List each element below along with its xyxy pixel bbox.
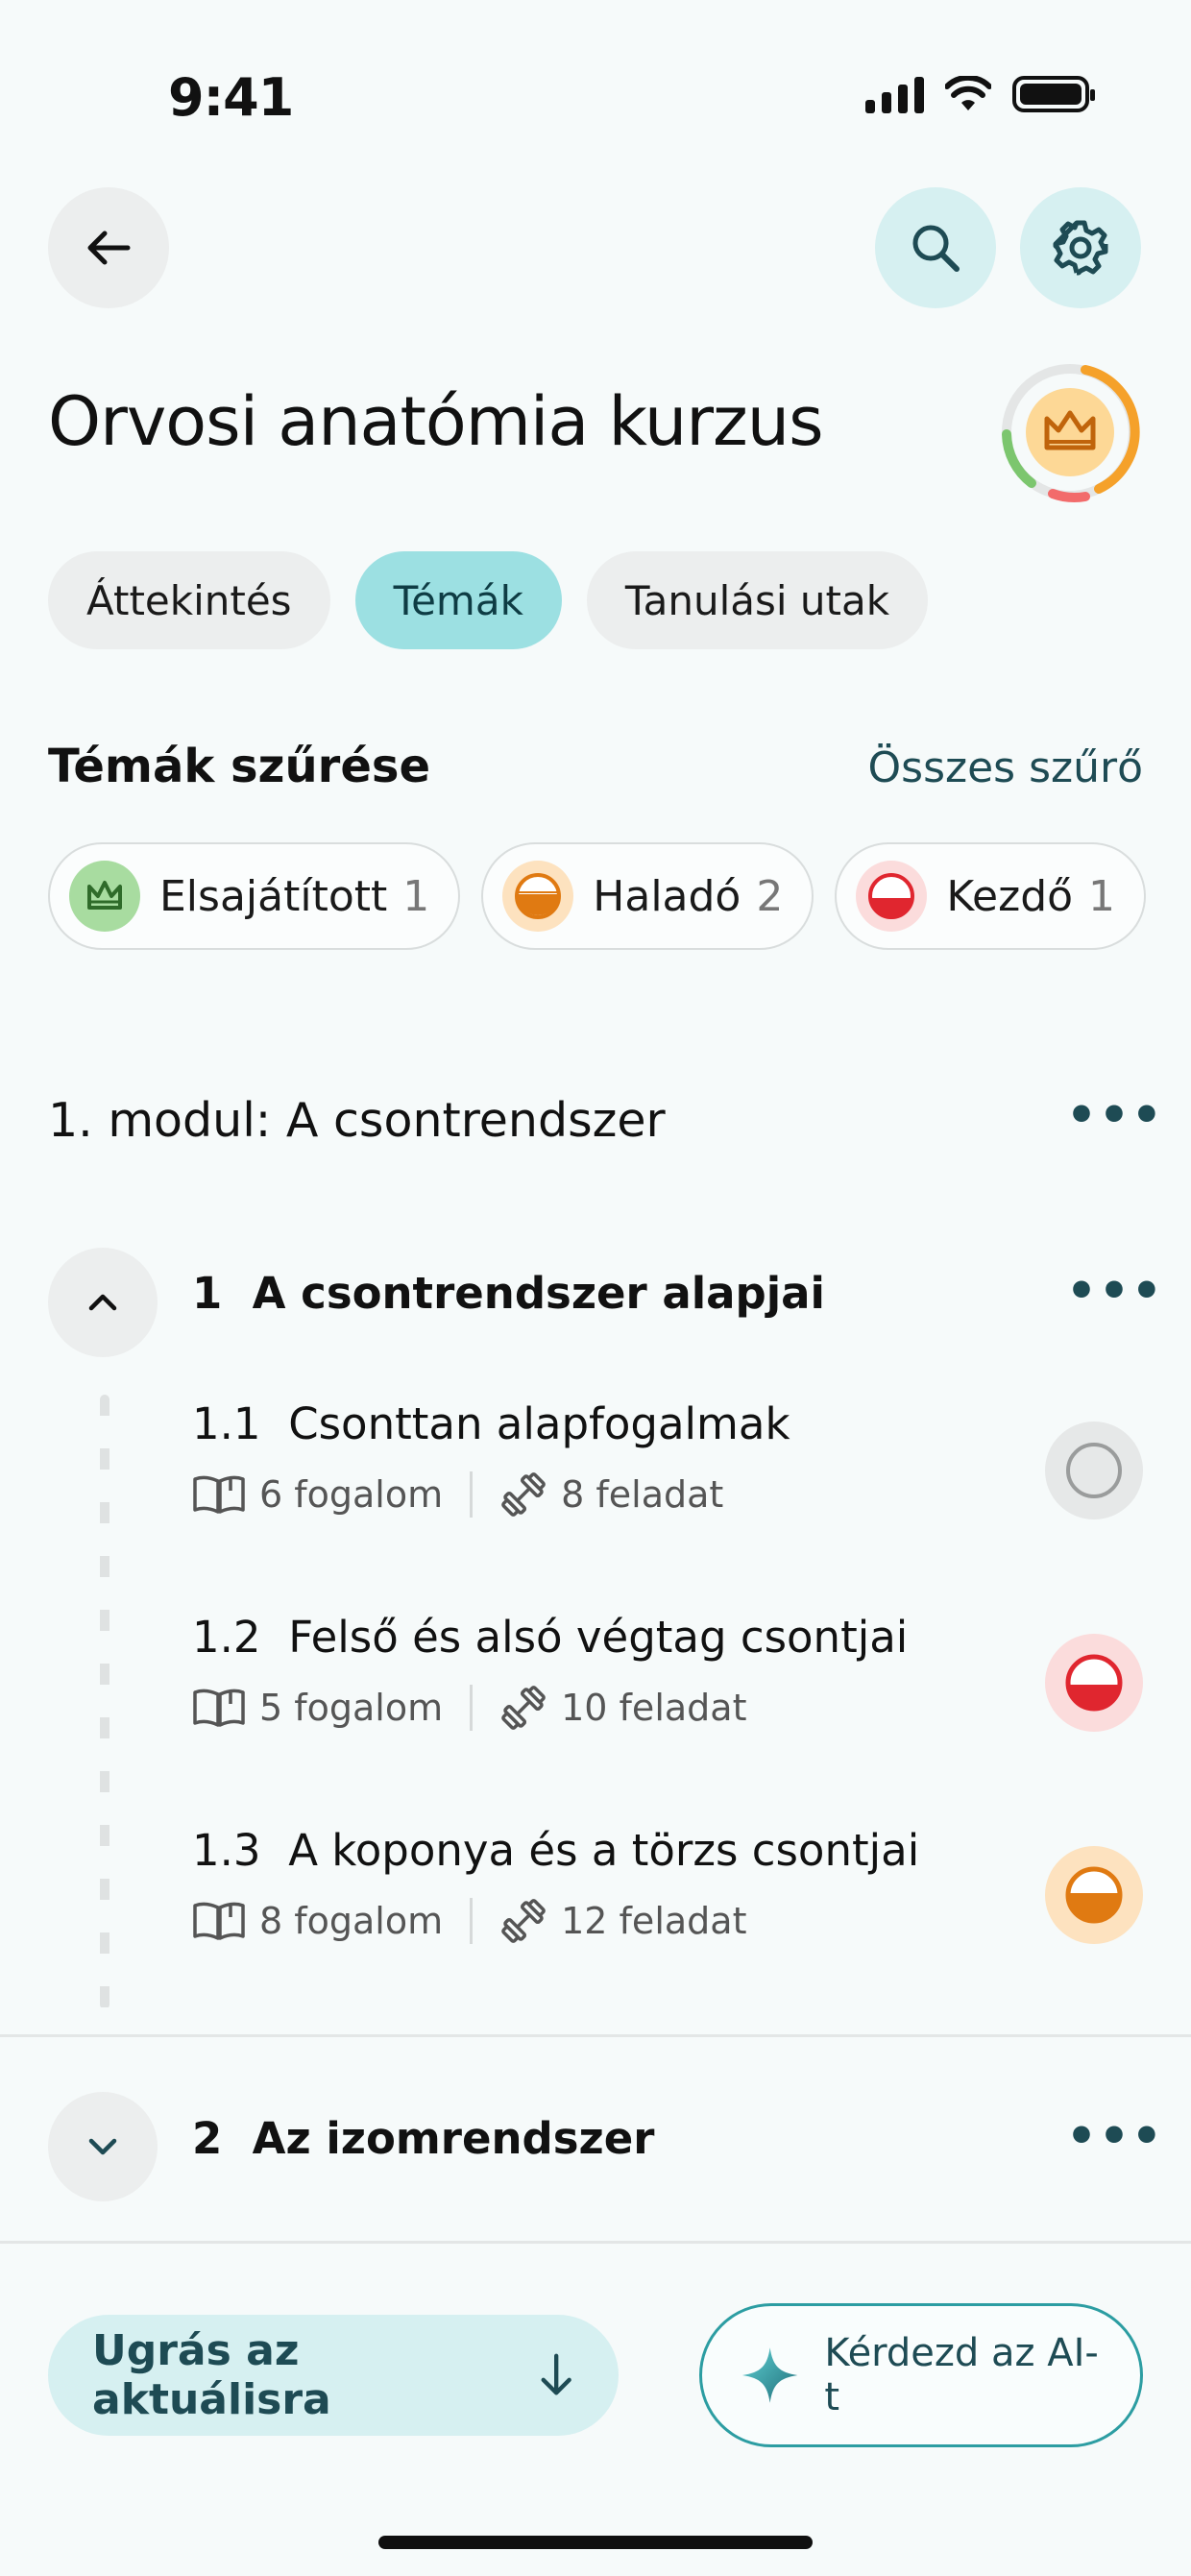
section-collapse-button[interactable] — [48, 1248, 158, 1357]
half-filled-orange-icon — [502, 861, 574, 932]
lesson-item[interactable]: 1.1 Csonttan alapfogalmak 6 fogalom 8 fe… — [192, 1398, 790, 1519]
lesson-item[interactable]: 1.2 Felső és alsó végtag csontjai 5 foga… — [192, 1612, 908, 1732]
chip-label: Elsajátított — [159, 871, 388, 921]
wifi-icon — [945, 76, 991, 110]
all-filters-link[interactable]: Összes szűrő — [868, 743, 1143, 792]
tab-topics[interactable]: Témák — [354, 551, 562, 649]
filter-heading: Témák szűrése — [48, 740, 430, 793]
filter-chip-advanced[interactable]: Haladó 2 — [481, 842, 814, 950]
section-number: 1 — [192, 1268, 223, 1319]
settings-button[interactable] — [1020, 187, 1141, 308]
section-name: Az izomrendszer — [252, 2113, 655, 2164]
filter-chips: Elsajátított 1 Haladó 2 Kezdő 1 — [48, 842, 1147, 950]
page-title: Orvosi anatómia kurzus — [48, 382, 824, 461]
tab-overview[interactable]: Áttekintés — [48, 551, 330, 649]
section-divider — [0, 2241, 1191, 2244]
gear-icon — [1053, 220, 1108, 276]
tab-bar: Áttekintés Témák Tanulási utak — [48, 551, 929, 649]
section-expand-button[interactable] — [48, 2092, 158, 2201]
lesson-title: 1.1 Csonttan alapfogalmak — [192, 1398, 790, 1449]
book-icon — [192, 1900, 246, 1942]
status-not-started-icon — [1045, 1422, 1143, 1519]
lesson-title: 1.3 A koponya és a törzs csontjai — [192, 1825, 919, 1876]
section-title: 1 A csontrendszer alapjai — [192, 1268, 825, 1319]
lesson-meta: 6 fogalom 8 feladat — [192, 1470, 790, 1519]
section-more-button[interactable]: ••• — [1066, 2108, 1164, 2164]
module-more-button[interactable]: ••• — [1066, 1087, 1164, 1143]
timeline-dashed-line — [100, 1395, 109, 2009]
dumbbell-icon — [499, 1684, 547, 1732]
status-intermediate-icon — [1045, 1846, 1143, 1944]
lesson-number: 1.1 — [192, 1398, 261, 1449]
book-icon — [192, 1473, 246, 1516]
arrow-down-icon — [541, 2353, 571, 2395]
status-time: 9:41 — [168, 67, 294, 128]
home-indicator — [378, 2536, 813, 2549]
filter-chip-beginner[interactable]: Kezdő 1 — [835, 842, 1147, 950]
task-count: 12 feladat — [561, 1900, 747, 1942]
filter-chip-mastered[interactable]: Elsajátított 1 — [48, 842, 461, 950]
status-beginner-icon — [1045, 1634, 1143, 1732]
concept-count: 8 fogalom — [259, 1900, 444, 1942]
sparkle-icon — [741, 2347, 798, 2403]
section-name: A csontrendszer alapjai — [252, 1268, 825, 1319]
arrow-left-icon — [87, 231, 131, 265]
ai-label: Kérdezd az AI-t — [824, 2331, 1099, 2419]
lesson-name: Felső és alsó végtag csontjai — [288, 1612, 909, 1663]
concept-count: 6 fogalom — [259, 1473, 444, 1516]
chip-label: Haladó — [593, 871, 741, 921]
lesson-item[interactable]: 1.3 A koponya és a törzs csontjai 8 foga… — [192, 1825, 919, 1945]
task-count: 10 feladat — [561, 1687, 747, 1729]
crown-icon — [69, 861, 140, 932]
chip-count: 2 — [756, 871, 784, 921]
lesson-name: Csonttan alapfogalmak — [288, 1398, 790, 1449]
ask-ai-button[interactable]: Kérdezd az AI-t — [699, 2303, 1143, 2447]
search-button[interactable] — [875, 187, 996, 308]
chevron-down-icon — [88, 2138, 117, 2155]
back-button[interactable] — [48, 187, 169, 308]
lesson-name: A koponya és a törzs csontjai — [288, 1825, 920, 1876]
cellular-signal-icon — [865, 75, 924, 113]
concept-count: 5 fogalom — [259, 1687, 444, 1729]
lesson-meta: 8 fogalom 12 feladat — [192, 1897, 919, 1945]
chip-count: 1 — [1088, 871, 1116, 921]
jump-label: Ugrás az aktuálisra — [92, 2326, 331, 2424]
dumbbell-icon — [499, 1897, 547, 1945]
tab-learning-paths[interactable]: Tanulási utak — [586, 551, 929, 649]
battery-icon — [1012, 76, 1095, 112]
task-count: 8 feladat — [561, 1473, 724, 1516]
half-filled-red-icon — [856, 861, 928, 932]
book-icon — [192, 1687, 246, 1729]
section-title: 2 Az izomrendszer — [192, 2113, 654, 2164]
jump-to-current-button[interactable]: Ugrás az aktuálisra — [48, 2315, 619, 2436]
chevron-up-icon — [88, 1294, 117, 1311]
section-more-button[interactable]: ••• — [1066, 1263, 1164, 1319]
lesson-title: 1.2 Felső és alsó végtag csontjai — [192, 1612, 908, 1663]
chip-count: 1 — [402, 871, 430, 921]
lesson-number: 1.3 — [192, 1825, 261, 1876]
dumbbell-icon — [499, 1470, 547, 1519]
module-title: 1. modul: A csontrendszer — [48, 1093, 666, 1148]
section-number: 2 — [192, 2113, 223, 2164]
search-icon — [912, 225, 960, 272]
course-progress-ring[interactable] — [993, 355, 1147, 509]
lesson-meta: 5 fogalom 10 feladat — [192, 1684, 908, 1732]
status-icons — [865, 75, 1095, 113]
chip-label: Kezdő — [946, 871, 1074, 921]
lesson-number: 1.2 — [192, 1612, 261, 1663]
